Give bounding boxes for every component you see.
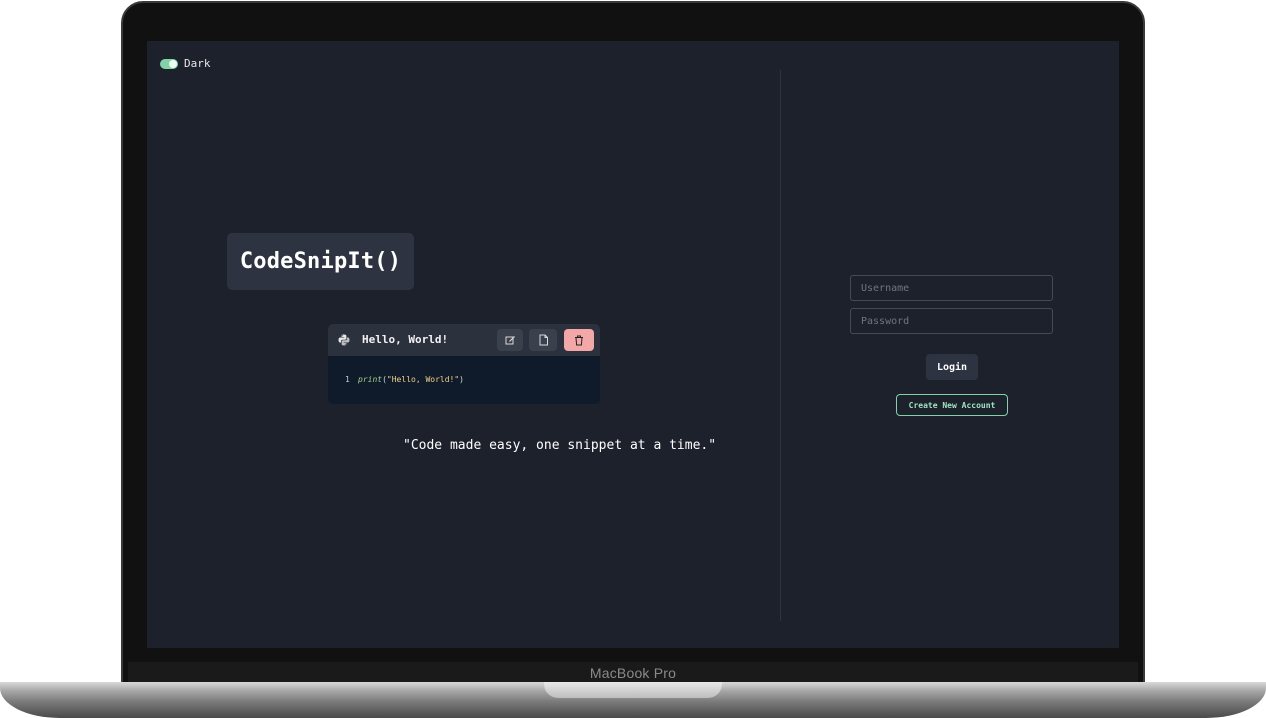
python-icon (338, 334, 350, 346)
logo-text: CodeSnipIt() (239, 249, 402, 274)
snippet-header: Hello, World! (328, 324, 600, 356)
edit-snippet-button[interactable] (497, 329, 523, 351)
password-input[interactable] (850, 308, 1053, 334)
code-line: print("Hello, World!") (358, 375, 464, 384)
code-close-paren: ) (459, 375, 464, 384)
create-account-button[interactable]: Create New Account (896, 394, 1008, 416)
theme-toggle-label: Dark (184, 57, 211, 70)
snippet-title: Hello, World! (362, 333, 449, 346)
snippet-card: Hello, World! 1 print("Hello, World!") (328, 324, 600, 404)
delete-snippet-button[interactable] (564, 329, 594, 351)
copy-icon (539, 334, 548, 346)
theme-toggle[interactable]: Dark (160, 57, 211, 70)
username-input[interactable] (850, 275, 1053, 301)
laptop-chin: MacBook Pro (128, 662, 1138, 684)
code-string: "Hello, World!" (386, 375, 460, 384)
copy-snippet-button[interactable] (529, 329, 557, 351)
device-brand-label: MacBook Pro (589, 665, 677, 681)
app-logo: CodeSnipIt() (227, 233, 414, 290)
edit-icon (505, 335, 515, 344)
login-button[interactable]: Login (926, 354, 978, 380)
code-function: print (358, 375, 383, 384)
tagline: "Code made easy, one snippet at a time." (403, 438, 717, 453)
app-screen: Dark CodeSnipIt() Hello, World! 1 print(… (147, 41, 1119, 648)
vertical-divider (780, 70, 781, 621)
snippet-code-area: 1 print("Hello, World!") (328, 356, 600, 404)
laptop-notch (544, 682, 722, 698)
trash-icon (575, 335, 583, 345)
laptop-frame: Dark CodeSnipIt() Hello, World! 1 print(… (0, 0, 1266, 718)
line-number: 1 (345, 375, 350, 384)
theme-switch[interactable] (160, 58, 178, 69)
switch-knob (169, 59, 177, 68)
